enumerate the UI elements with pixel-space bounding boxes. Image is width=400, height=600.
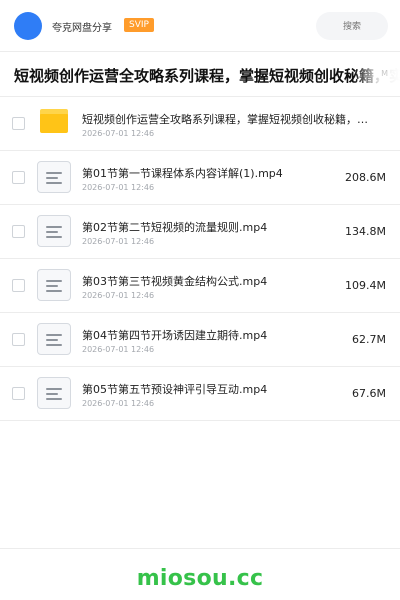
footer: miosou.cc — [0, 548, 400, 600]
item-name[interactable]: 第01节第一节课程体系内容详解(1).mp4 — [82, 165, 322, 181]
file-icon — [37, 323, 71, 355]
item-date: 2026-07-01 12:46 — [82, 291, 155, 300]
brand-watermark: miosou.cc — [136, 566, 264, 591]
list-item-file[interactable]: 第03节第三节视频黄金结构公式.mp4 2026-07-01 12:46 109… — [0, 259, 400, 313]
list-item-file[interactable]: 第05节第五节预设神评引导互动.mp4 2026-07-01 12:46 67.… — [0, 367, 400, 421]
item-date: 2026-07-01 12:46 — [82, 129, 155, 138]
item-date: 2026-07-01 12:46 — [82, 399, 155, 408]
list-item-file[interactable]: 第02节第二节短视频的流量规则.mp4 2026-07-01 12:46 134… — [0, 205, 400, 259]
share-owner-name: 夸克网盘分享 — [52, 23, 112, 34]
item-name[interactable]: 第05节第五节预设神评引导互动.mp4 — [82, 381, 322, 397]
search-input[interactable] — [316, 12, 388, 40]
list-item-file[interactable]: 第04节第四节开场诱因建立期待.mp4 2026-07-01 12:46 62.… — [0, 313, 400, 367]
item-name[interactable]: 短视频创作运营全攻略系列课程，掌握短视频创收秘籍，实现流量变现 — [82, 111, 372, 127]
list-item-file[interactable]: 第01节第一节课程体系内容详解(1).mp4 2026-07-01 12:46 … — [0, 151, 400, 205]
item-size: 134.8M — [345, 225, 386, 238]
avatar[interactable] — [14, 12, 42, 40]
select-checkbox[interactable] — [12, 387, 25, 400]
share-title-bar: 短视频创作运营全攻略系列课程，掌握短视频创收秘籍，实 M — [0, 53, 400, 97]
item-size: 109.4M — [345, 279, 386, 292]
file-icon — [37, 269, 71, 301]
select-checkbox[interactable] — [12, 171, 25, 184]
list-item-folder[interactable]: 短视频创作运营全攻略系列课程，掌握短视频创收秘籍，实现流量变现 2026-07-… — [0, 97, 400, 151]
share-header: 夸克网盘分享 SVIP — [0, 0, 400, 52]
select-checkbox[interactable] — [12, 279, 25, 292]
file-icon — [37, 215, 71, 247]
item-date: 2026-07-01 12:46 — [82, 183, 155, 192]
item-name[interactable]: 第03节第三节视频黄金结构公式.mp4 — [82, 273, 322, 289]
page-title: 短视频创作运营全攻略系列课程，掌握短视频创收秘籍，实 — [14, 67, 400, 85]
select-checkbox[interactable] — [12, 333, 25, 346]
select-checkbox[interactable] — [12, 225, 25, 238]
folder-icon — [40, 109, 68, 133]
item-date: 2026-07-01 12:46 — [82, 237, 155, 246]
item-size: 62.7M — [352, 333, 386, 346]
item-name[interactable]: 第04节第四节开场诱因建立期待.mp4 — [82, 327, 322, 343]
item-size: 208.6M — [345, 171, 386, 184]
item-date: 2026-07-01 12:46 — [82, 345, 155, 354]
file-list: 短视频创作运营全攻略系列课程，掌握短视频创收秘籍，实现流量变现 2026-07-… — [0, 97, 400, 421]
title-fade-overlay: M — [354, 53, 400, 96]
select-checkbox[interactable] — [12, 117, 25, 130]
svip-badge: SVIP — [124, 18, 154, 32]
item-name[interactable]: 第02节第二节短视频的流量规则.mp4 — [82, 219, 322, 235]
file-icon — [37, 377, 71, 409]
item-size: 67.6M — [352, 387, 386, 400]
file-icon — [37, 161, 71, 193]
title-trailing-text: M — [381, 69, 388, 78]
